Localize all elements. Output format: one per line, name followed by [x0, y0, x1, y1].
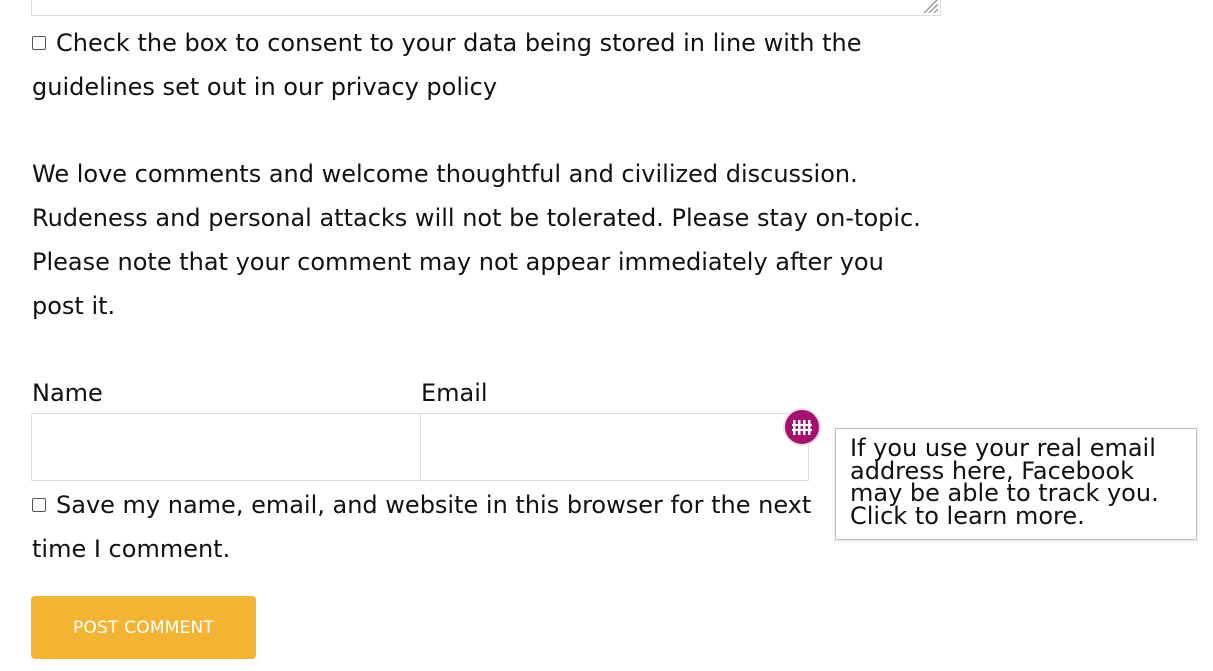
- comment-textarea[interactable]: [31, 0, 941, 16]
- save-info-text: Save my name, email, and website in this…: [32, 491, 812, 563]
- consent-checkbox[interactable]: [32, 35, 46, 50]
- name-label: Name: [32, 379, 103, 407]
- save-info-row: Save my name, email, and website in this…: [32, 483, 832, 571]
- resize-grip-icon[interactable]: [920, 0, 938, 13]
- email-input[interactable]: [420, 413, 809, 481]
- comment-policy-text: We love comments and welcome thoughtful …: [32, 160, 921, 320]
- comment-form-page: Check the box to consent to your data be…: [0, 0, 1213, 671]
- consent-text: Check the box to consent to your data be…: [32, 29, 862, 101]
- save-info-checkbox[interactable]: [32, 497, 46, 512]
- fence-icon[interactable]: [783, 408, 821, 446]
- name-input[interactable]: [31, 413, 421, 481]
- fence-glyph-icon: [792, 420, 812, 435]
- email-label: Email: [421, 379, 488, 407]
- facebook-tracking-tooltip[interactable]: If you use your real email address here,…: [835, 428, 1197, 540]
- post-comment-button[interactable]: POST COMMENT: [31, 596, 256, 659]
- consent-row: Check the box to consent to your data be…: [32, 21, 932, 109]
